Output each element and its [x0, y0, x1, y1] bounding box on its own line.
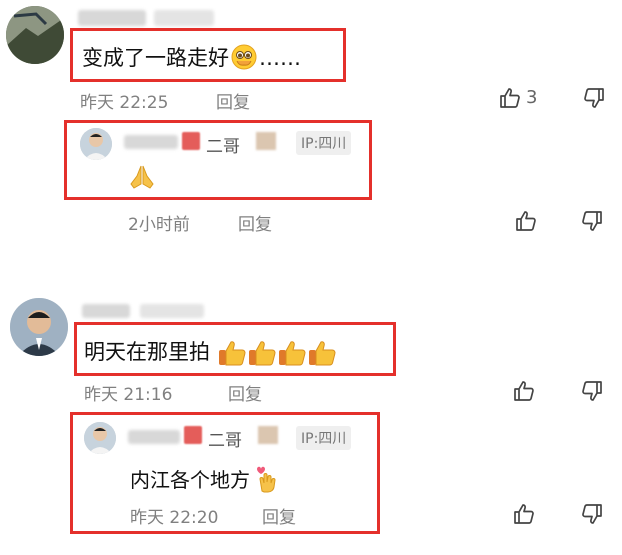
avatar-image: [6, 6, 64, 64]
thumbs-down-icon[interactable]: [580, 209, 604, 233]
reply-avatar-image: [80, 128, 112, 160]
comment-ellipsis: ……: [259, 46, 301, 70]
thumbs-down-icon[interactable]: [580, 502, 604, 526]
comment-text: 变成了一路走好 ……: [82, 42, 301, 75]
reply-avatar-image: [84, 422, 116, 454]
sparkling-heart-hand-emoji: [254, 465, 278, 498]
thumbs-down-icon[interactable]: [580, 379, 604, 403]
thumbs-up-icon[interactable]: [498, 86, 522, 110]
thumbs-up-icon[interactable]: [514, 209, 538, 233]
like-count: 3: [526, 87, 538, 108]
red-flag-icon: [184, 426, 202, 444]
badge-icon: [256, 132, 276, 150]
username-blurred: [154, 10, 214, 26]
username-blurred: [124, 135, 178, 149]
avatar-image: [10, 298, 68, 356]
reply-button[interactable]: 回复: [228, 380, 262, 405]
reply-body: 内江各个地方: [130, 468, 250, 492]
thumbs-up-icon[interactable]: [512, 502, 536, 526]
comment-time: 昨天 21:16: [84, 385, 173, 405]
username-blurred: [128, 430, 180, 444]
comment-time: 昨天 22:25: [80, 93, 169, 113]
reply-button[interactable]: 回复: [238, 210, 272, 235]
ip-badge: IP:四川: [296, 426, 352, 450]
reply-nickname: 二哥: [206, 137, 240, 157]
pleading-face-emoji: [231, 44, 257, 75]
reply-avatar[interactable]: [80, 128, 112, 160]
reply-avatar[interactable]: [84, 422, 116, 454]
thumbs-up-emoji: [247, 339, 277, 367]
username-blurred: [82, 304, 130, 318]
reply-time: 2小时前: [128, 215, 190, 235]
thumbs-down-icon[interactable]: [582, 86, 606, 110]
badge-icon: [258, 426, 278, 444]
avatar[interactable]: [6, 6, 64, 64]
thumbs-up-emoji: [307, 339, 337, 367]
reply-time: 昨天 22:20: [130, 508, 219, 528]
thumbs-up-emoji: [277, 339, 307, 367]
red-flag-icon: [182, 132, 200, 150]
comment-body: 明天在那里拍: [84, 340, 210, 364]
username-blurred: [140, 304, 204, 318]
comment-body: 变成了一路走好: [82, 46, 229, 70]
reply-button[interactable]: 回复: [262, 503, 296, 528]
comment-text: 明天在那里拍: [84, 336, 337, 367]
avatar[interactable]: [10, 298, 68, 356]
username-blurred: [78, 10, 146, 26]
reply-text: 内江各个地方: [130, 464, 278, 498]
praying-hands-emoji: [128, 162, 156, 194]
thumbs-up-icon[interactable]: [512, 379, 536, 403]
reply-nickname: 二哥: [208, 431, 242, 451]
reply-button[interactable]: 回复: [216, 88, 250, 113]
thumbs-up-emoji: [217, 339, 247, 367]
ip-badge: IP:四川: [296, 131, 352, 155]
